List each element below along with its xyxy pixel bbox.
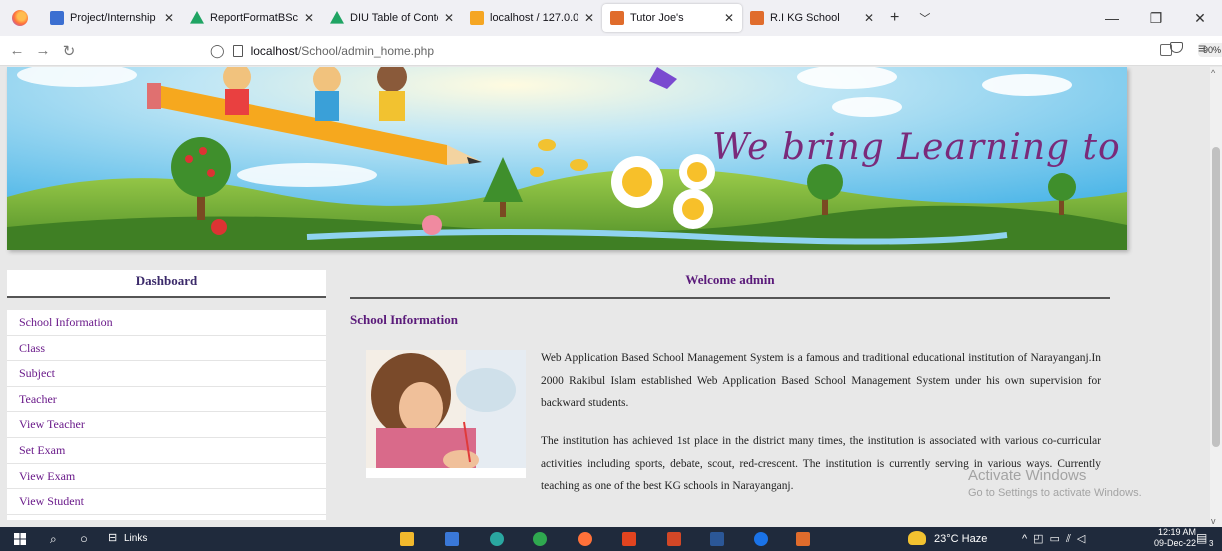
tab-favicon-icon [50,11,64,25]
google-drive-icon [190,11,204,24]
sidebar-item-set-exam[interactable]: Set Exam [7,438,326,464]
tab-diu-table[interactable]: DIU Table of Content- ✕ [322,4,462,32]
url-bar[interactable]: ◯ localhost/School/admin_home.php 90% ☆ [210,39,1222,63]
navigation-bar: ← → ↻ ◯ localhost/School/admin_home.php … [0,36,1222,66]
clock-date[interactable]: 09-Dec-22 [1154,538,1196,548]
url-host: localhost [250,44,298,58]
dashboard-heading: Dashboard [7,270,326,298]
sidebar-item-subject[interactable]: Subject [7,361,326,387]
tutor-joes-icon [610,11,624,25]
section-title: School Information [350,312,458,327]
tab-project-internship[interactable]: Project/Internship Con ✕ [42,4,182,32]
list-all-tabs-button[interactable]: ﹀ [919,10,930,26]
sidebar-item-class[interactable]: Class [7,336,326,362]
new-tab-button[interactable]: + [890,9,899,27]
banner-slogan: We bring Learning to Life [712,127,1127,168]
windows-start-icon[interactable] [14,533,26,545]
tab-close-icon[interactable]: ✕ [164,11,174,25]
sidebar-item-view-student[interactable]: View Student [7,489,326,515]
url-path: /School/admin_home.php [297,44,435,58]
tab-close-icon[interactable]: ✕ [304,11,314,25]
school-favicon-icon [750,11,764,25]
tab-close-icon[interactable]: ✕ [724,11,734,25]
tab-phpmyadmin[interactable]: localhost / 127.0.0.1 / s ✕ [462,4,602,32]
watermark-title: Activate Windows [968,467,1087,484]
sidebar-item-teacher[interactable]: Teacher [7,387,326,413]
browser-tab-bar: Project/Internship Con ✕ ReportFormatBSc… [0,0,1222,36]
tab-close-icon[interactable]: ✕ [444,11,454,25]
weather-text[interactable]: 23°C Haze [934,533,987,545]
school-info-paragraph-1: Web Application Based School Management … [541,352,1101,409]
tab-tutor-joes[interactable]: Tutor Joe's ✕ [602,4,742,32]
tab-ri-kg-school[interactable]: R.I KG School ✕ [742,4,882,32]
banner-image: We bring Learning to Life [7,67,1127,250]
student-writing-photo [366,350,526,478]
word-icon[interactable] [710,532,724,546]
watermark-subtitle: Go to Settings to activate Windows. [968,487,1142,499]
phpmyadmin-icon [470,11,484,25]
links-toolbar[interactable]: Links [124,533,147,544]
cortana-icon[interactable]: ○ [80,531,88,546]
photo-illustration [366,350,526,478]
hamburger-menu-icon[interactable]: ≡ [1198,40,1206,56]
firefox-taskbar-icon[interactable] [578,532,592,546]
task-view-icon[interactable]: ⊟ [108,531,117,544]
reload-icon[interactable]: ↻ [56,42,82,60]
scroll-up-arrow-icon[interactable]: ^ [1211,68,1215,78]
search-icon[interactable]: ⌕ [50,532,57,547]
restore-button[interactable]: ❐ [1134,10,1178,27]
store-icon[interactable] [445,532,459,546]
firefox-icon[interactable] [12,10,28,26]
page-viewport: We bring Learning to Life Dashboard Scho… [0,67,1210,527]
google-drive-icon [330,11,344,24]
sidebar-item-view-exam[interactable]: View Exam [7,464,326,490]
sidebar-item-school-information[interactable]: School Information [7,310,326,336]
welcome-heading: Welcome admin [350,271,1110,299]
scroll-thumb[interactable] [1212,147,1220,447]
window-controls: — ❐ ✕ [1090,0,1222,36]
windows-taskbar: ⌕ ○ ⊟ Links 23°C Haze ^◰▭⫽◁ 12:19 AM 09-… [0,527,1222,551]
pocket-icon[interactable] [1170,42,1183,53]
notification-icon[interactable]: ▤ [1196,531,1207,545]
tab-close-icon[interactable]: ✕ [864,11,874,25]
back-arrow-icon[interactable]: ← [4,42,30,59]
system-tray-icons[interactable]: ^◰▭⫽◁ [1022,532,1091,546]
powerpoint-icon[interactable] [667,532,681,546]
notification-count: 3 [1209,539,1214,548]
forward-arrow-icon[interactable]: → [30,42,56,59]
office-icon[interactable] [622,532,636,546]
edge-icon[interactable] [490,532,504,546]
sidebar-menu: School Information Class Subject Teacher… [7,310,326,520]
shield-icon: ◯ [210,43,225,58]
clock-time[interactable]: 12:19 AM [1158,527,1196,537]
scroll-down-arrow-icon[interactable]: v [1211,516,1216,526]
tab-report-format[interactable]: ReportFormatBScCSEU ✕ [182,4,322,32]
tab-close-icon[interactable]: ✕ [584,11,594,25]
chrome-beta-icon[interactable] [754,532,768,546]
activate-windows-watermark: Activate Windows Go to Settings to activ… [968,467,1142,499]
page-scrollbar[interactable]: ^ v [1210,67,1222,527]
sidebar-item-view-teacher[interactable]: View Teacher [7,412,326,438]
close-window-button[interactable]: ✕ [1178,10,1222,27]
file-explorer-icon[interactable] [400,532,414,546]
weather-icon[interactable] [908,531,926,545]
page-icon [232,45,243,57]
chrome-icon[interactable] [533,532,547,546]
minimize-button[interactable]: — [1090,10,1134,26]
app-icon[interactable] [796,532,810,546]
